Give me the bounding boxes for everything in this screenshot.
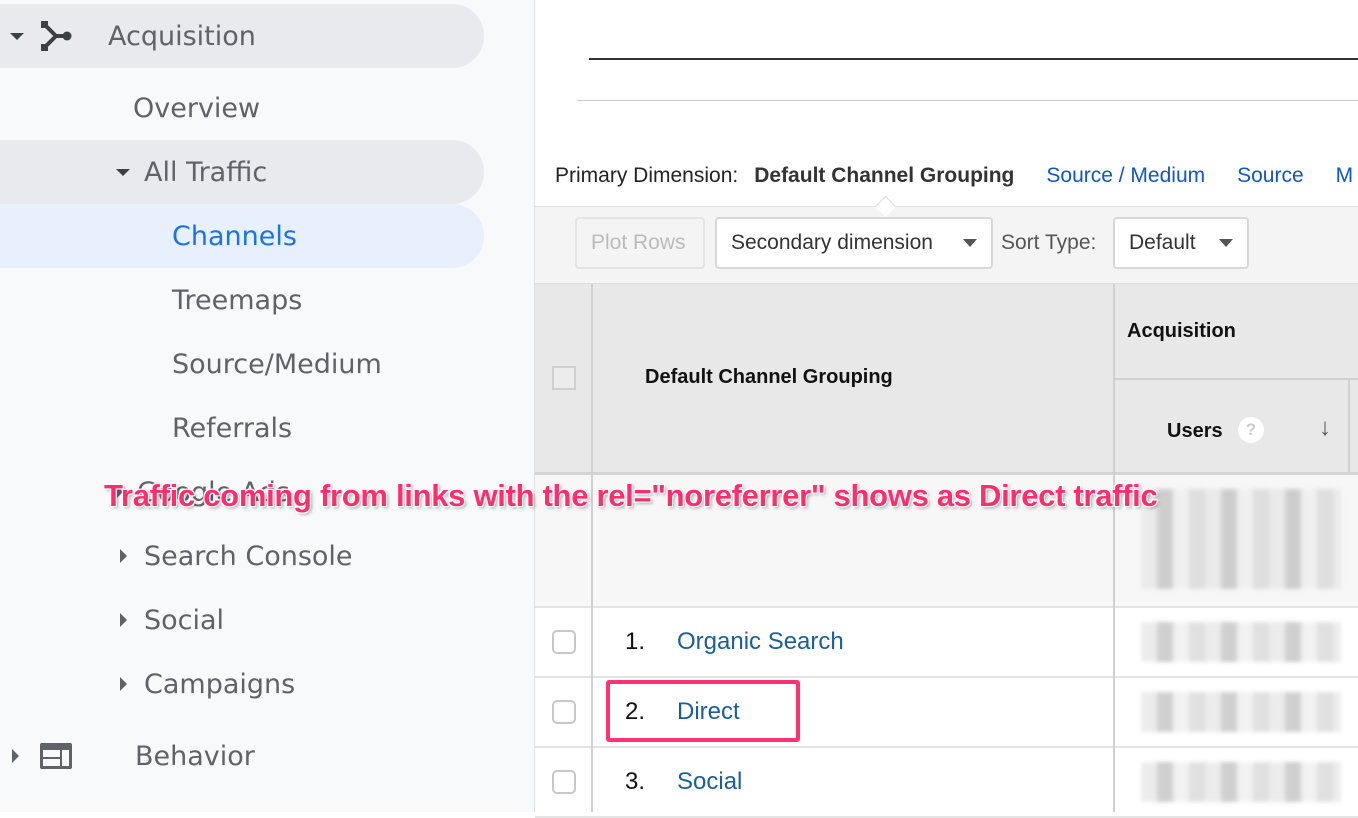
nav-overview[interactable]: Overview [133,76,260,140]
caret-down-icon [116,168,130,176]
nav-overview-label: Overview [133,92,261,124]
table-header: Default Channel Grouping Acquisition Use… [535,284,1358,475]
nav-channels-label: Channels [172,220,297,252]
primary-dimension-label: Primary Dimension: [555,164,739,187]
nav-campaigns-label: Campaigns [144,668,296,700]
sort-type-label: Sort Type: [1001,231,1097,254]
caret-right-icon [120,613,127,627]
users-header[interactable]: Users [1167,420,1223,443]
acquisition-icon [41,21,72,51]
nav-treemaps[interactable]: Treemaps [172,268,302,332]
secondary-dimension-label: Secondary dimension [731,231,933,254]
plot-rows-label: Plot Rows [591,231,686,254]
caret-down-icon [10,32,24,40]
nav-search-console-label: Search Console [144,540,353,572]
sort-type-value: Default [1129,231,1196,254]
dimension-header[interactable]: Default Channel Grouping [645,366,893,389]
blurred-total-value [1141,489,1341,589]
nav-treemaps-label: Treemaps [172,284,303,316]
sort-type-dropdown[interactable]: Default [1113,217,1249,269]
secondary-dimension-dropdown[interactable]: Secondary dimension [715,217,993,269]
behavior-icon [40,743,72,769]
blurred-value [1141,692,1341,732]
nav-social-label: Social [144,604,225,636]
blurred-value [1141,622,1341,662]
acquisition-group-header: Acquisition [1127,320,1236,342]
chart-baseline [577,100,1358,101]
nav-campaigns[interactable]: Campaigns [120,652,295,716]
dropdown-arrow-icon [963,239,977,247]
row-checkbox[interactable] [552,770,576,794]
row-checkbox[interactable] [552,700,576,724]
blurred-value [1141,762,1341,802]
annotation-callout: Traffic coming from links with the rel="… [104,478,1158,513]
nav-channels[interactable]: Channels [0,204,484,268]
row-checkbox[interactable] [552,630,576,654]
chart-line [589,58,1358,60]
nav-referrals[interactable]: Referrals [172,396,292,460]
table-row[interactable]: 3. Social [535,748,1358,818]
direct-highlight-box [606,680,800,742]
dimension-link-source-medium[interactable]: Source / Medium [1046,164,1205,188]
dimension-link-more[interactable]: M [1336,164,1354,188]
row-rank: 1. [625,628,646,655]
plot-rows-button[interactable]: Plot Rows [575,217,705,269]
dimension-pointer [874,195,897,218]
caret-right-icon [12,749,19,763]
column-divider [1348,378,1350,472]
nav-search-console[interactable]: Search Console [120,524,353,588]
column-divider [591,284,593,812]
nav-behavior[interactable]: Behavior [12,724,255,788]
row-rank: 3. [625,768,646,795]
nav-all-traffic-label: All Traffic [144,156,268,188]
primary-dimension-bar: Primary Dimension: Default Channel Group… [555,164,1358,188]
nav-social[interactable]: Social [120,588,224,652]
caret-right-icon [120,549,127,563]
sort-desc-arrow-icon[interactable]: ↓ [1319,414,1331,442]
nav-source-medium[interactable]: Source/Medium [172,332,382,396]
table-row[interactable]: 1. Organic Search [535,608,1358,678]
nav-behavior-label: Behavior [135,740,255,772]
nav-source-medium-label: Source/Medium [172,348,382,380]
sidebar: Acquisition Overview All Traffic Channel… [0,0,534,812]
nav-acquisition[interactable]: Acquisition [0,4,484,68]
nav-referrals-label: Referrals [172,412,293,444]
table-toolbar: Plot Rows Secondary dimension Sort Type:… [535,195,1358,286]
dimension-link-source[interactable]: Source [1237,164,1304,188]
caret-right-icon [120,677,127,691]
channel-link[interactable]: Organic Search [677,628,844,656]
nav-acquisition-label: Acquisition [108,20,256,52]
help-icon[interactable]: ? [1238,417,1264,443]
channel-link[interactable]: Social [677,768,742,796]
select-all-checkbox[interactable] [552,366,576,390]
nav-all-traffic[interactable]: All Traffic [0,140,484,204]
primary-dimension-current: Default Channel Grouping [754,164,1015,187]
column-divider [1113,284,1115,812]
header-divider [1115,378,1358,380]
dropdown-arrow-icon [1219,239,1233,247]
